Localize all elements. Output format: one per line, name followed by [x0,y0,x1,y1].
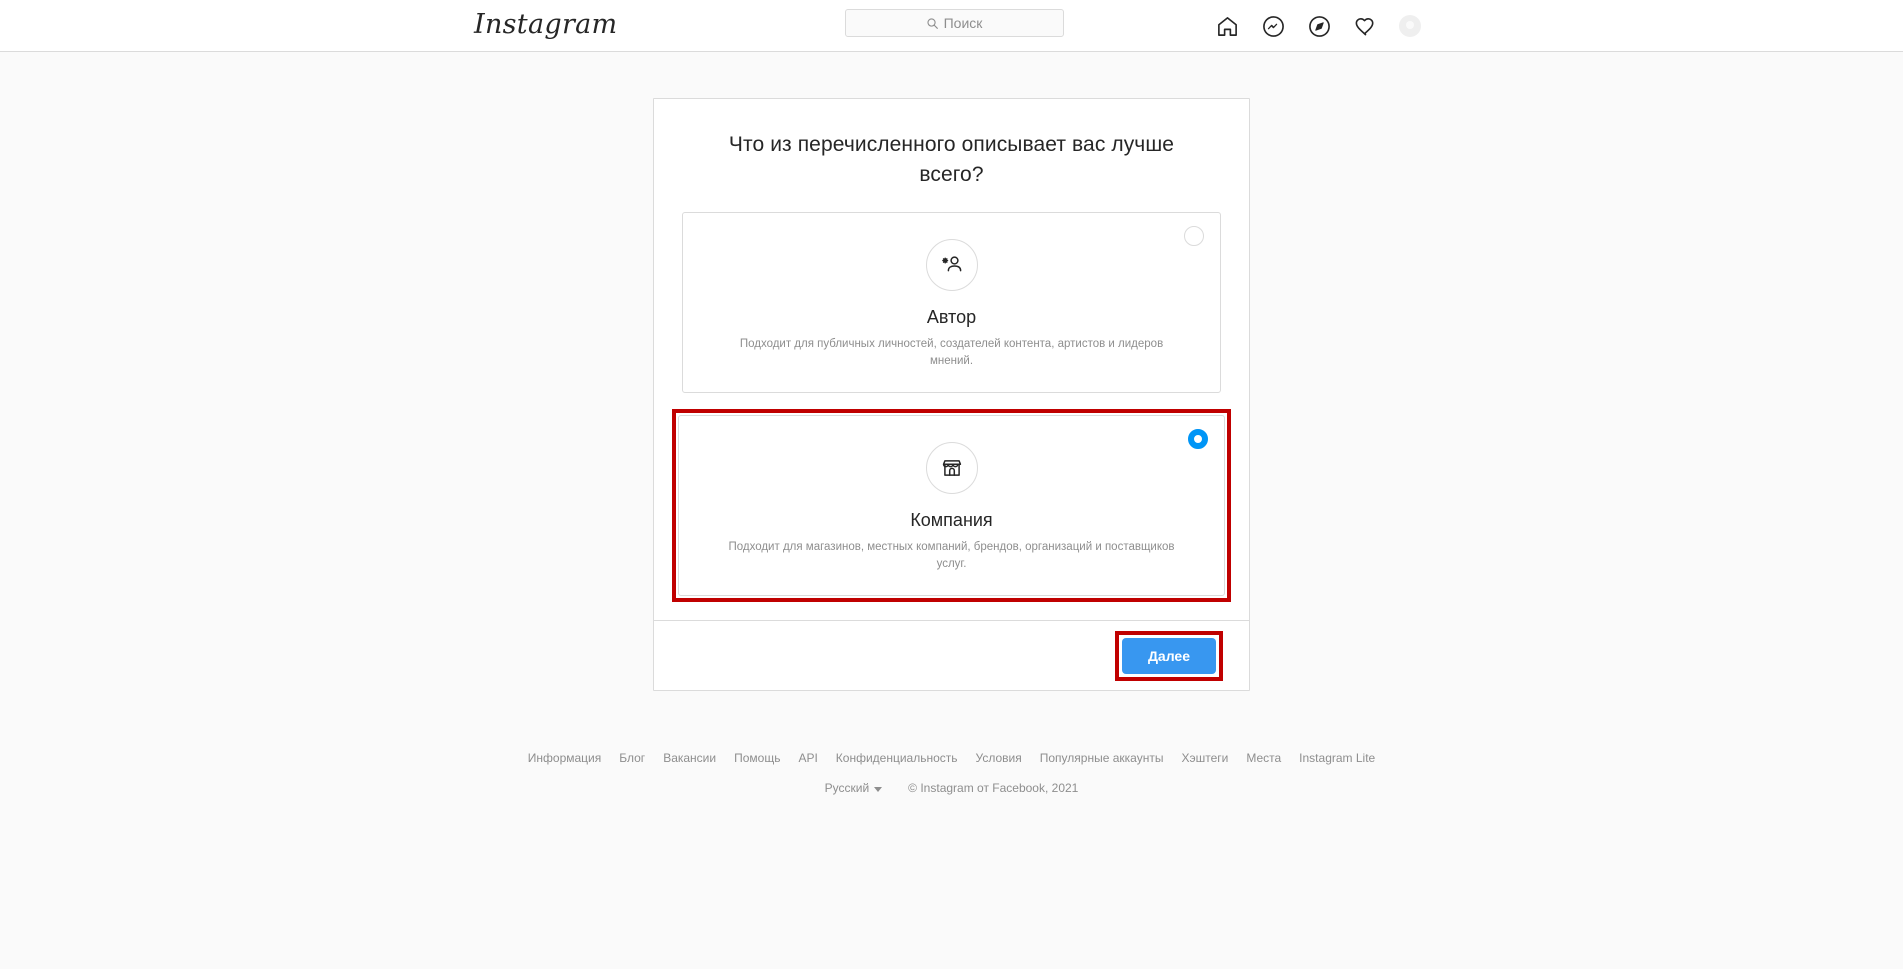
storefront-icon [925,442,978,494]
home-icon[interactable] [1215,14,1239,38]
footer-links: Информация Блог Вакансии Помощь API Конф… [519,750,1384,766]
footer-link-instagram-lite[interactable]: Instagram Lite [1299,750,1375,766]
option-creator[interactable]: Автор Подходит для публичных личностей, … [682,212,1221,393]
page-title: Что из перечисленного описывает вас лучш… [728,133,1175,186]
footer-link-terms[interactable]: Условия [976,750,1022,766]
option-business-description: Подходит для магазинов, местных компаний… [728,541,1175,570]
radio-creator[interactable] [1184,226,1204,246]
option-business-title: Компания [910,510,993,530]
instagram-logo[interactable]: Instagram [474,9,617,41]
search-placeholder: Поиск [943,15,983,31]
card-footer: Далее [654,620,1249,690]
radio-business[interactable] [1188,429,1208,449]
annotation-box-next-button: Далее [1114,630,1223,681]
footer-link-jobs[interactable]: Вакансии [663,750,716,766]
messenger-icon[interactable] [1261,14,1285,38]
option-business[interactable]: Компания Подходит для магазинов, местных… [678,415,1225,596]
compass-icon[interactable] [1307,14,1331,38]
annotation-box-business: Компания Подходит для магазинов, местных… [672,409,1231,602]
option-creator-title: Автор [926,307,977,327]
main-content: Что из перечисленного описывает вас лучш… [0,52,1903,796]
account-type-card: Что из перечисленного описывает вас лучш… [653,98,1250,691]
nav-icon-group [1215,0,1421,52]
footer-link-hashtags[interactable]: Хэштеги [1181,750,1228,766]
copyright-text: © Instagram от Facebook, 2021 [908,781,1079,795]
footer-link-info[interactable]: Информация [528,750,601,766]
heart-icon[interactable] [1353,14,1377,38]
footer-link-blog[interactable]: Блог [619,750,645,766]
footer-link-api[interactable]: API [798,750,817,766]
footer-link-locations[interactable]: Места [1246,750,1281,766]
page-footer: Информация Блог Вакансии Помощь API Конф… [0,750,1903,796]
next-button[interactable]: Далее [1121,637,1216,674]
footer-link-privacy[interactable]: Конфиденциальность [836,750,958,766]
option-creator-description: Подходит для публичных личностей, создат… [739,338,1164,367]
language-selector[interactable]: Русский [825,780,883,796]
chevron-down-icon [874,786,883,792]
creator-person-star-icon [925,239,978,291]
footer-bottom-row: Русский © Instagram от Facebook, 2021 [825,780,1079,796]
search-icon [927,17,938,29]
footer-link-help[interactable]: Помощь [734,750,780,766]
language-label: Русский [824,781,870,795]
top-navigation-bar: Instagram Поиск [0,0,1903,52]
avatar[interactable] [1399,15,1421,37]
account-type-options: Автор Подходит для публичных личностей, … [654,212,1249,620]
search-input[interactable]: Поиск [845,9,1064,37]
avatar-head [1406,21,1414,29]
footer-link-top-accounts[interactable]: Популярные аккаунты [1040,750,1164,766]
